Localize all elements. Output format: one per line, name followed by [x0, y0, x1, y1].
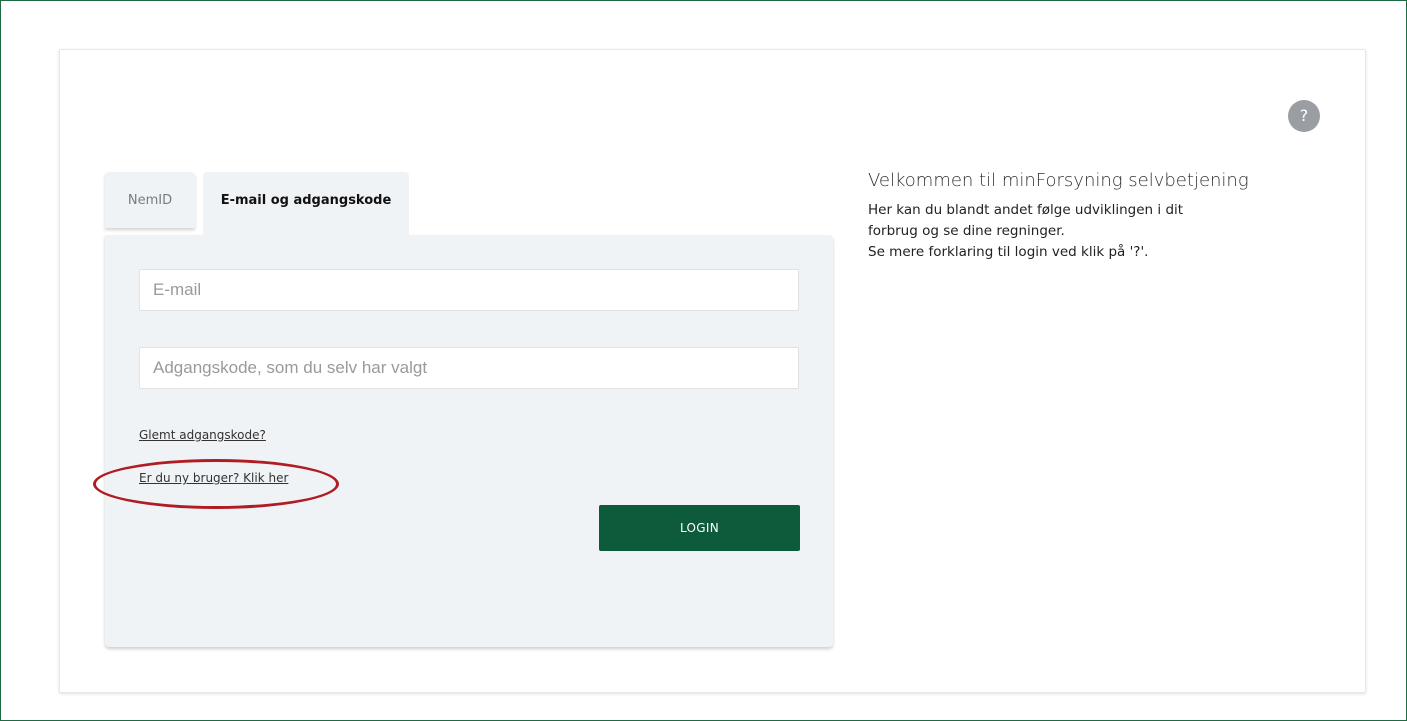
welcome-line: Se mere forklaring til login ved klik på… [868, 244, 1149, 260]
welcome-line: Her kan du blandt andet følge udviklinge… [868, 202, 1184, 218]
login-button[interactable]: LOGIN [599, 505, 800, 551]
forgot-password-link[interactable]: Glemt adgangskode? [139, 428, 266, 442]
help-icon[interactable]: ? [1288, 100, 1320, 132]
password-input[interactable] [139, 347, 799, 389]
new-user-link[interactable]: Er du ny bruger? Klik her [139, 471, 288, 485]
welcome-line: forbrug og se dine regninger. [868, 223, 1065, 239]
welcome-text: Her kan du blandt andet følge udviklinge… [868, 200, 1308, 263]
tab-email-password[interactable]: E-mail og adgangskode [203, 172, 409, 236]
welcome-title: Velkommen til minForsyning selvbetjening [868, 170, 1249, 191]
tab-nemid[interactable]: NemID [105, 172, 195, 228]
email-input[interactable] [139, 269, 799, 311]
